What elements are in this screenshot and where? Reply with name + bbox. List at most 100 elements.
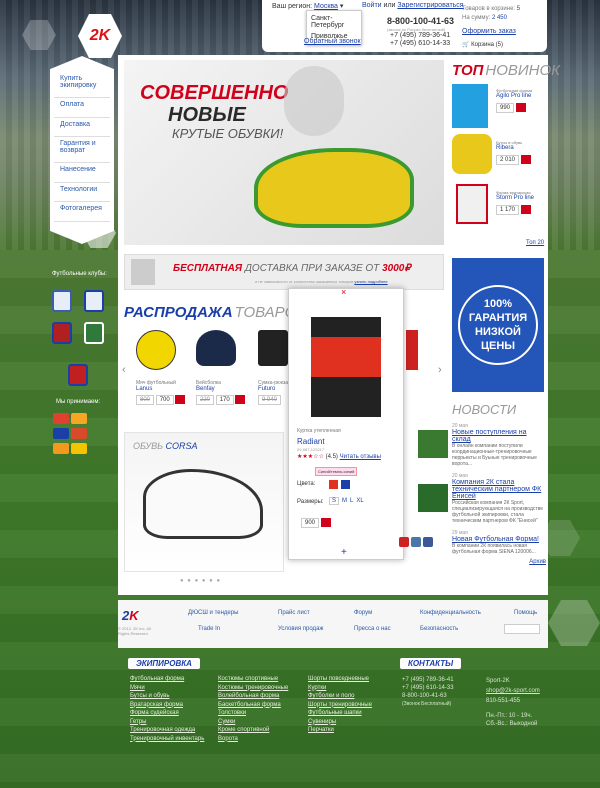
- size-option[interactable]: L: [350, 498, 353, 504]
- club-logo[interactable]: [84, 322, 104, 344]
- catalog-link[interactable]: Куртки: [308, 685, 392, 691]
- catalog-link[interactable]: Тренировочный инвентарь: [130, 736, 210, 742]
- plus-icon[interactable]: +: [341, 547, 347, 558]
- top-product[interactable]: Форма вратарская Storm Pro line 1 170: [496, 190, 546, 216]
- catalog-link[interactable]: Шорты тренировочные: [308, 702, 392, 708]
- size-option[interactable]: M: [342, 498, 347, 504]
- product-card[interactable]: Бейсболка Benfay 220 170: [196, 330, 248, 430]
- size-option[interactable]: S: [329, 497, 340, 505]
- region-select[interactable]: Москва: [314, 3, 338, 10]
- catalog-link[interactable]: Сувениры: [308, 719, 392, 725]
- footer-link[interactable]: Форум: [354, 610, 372, 616]
- skype-contact[interactable]: Sport-2K: [486, 676, 556, 686]
- register-link[interactable]: Зарегистрироваться: [397, 2, 463, 9]
- reviews-link[interactable]: Читать отзывы: [340, 454, 381, 460]
- youtube-icon[interactable]: [399, 537, 409, 547]
- color-swatch-red[interactable]: [329, 480, 338, 489]
- product-popup[interactable]: × Куртка утепленная Radiant 29-987-12321…: [288, 287, 404, 560]
- archive-link[interactable]: Архив: [452, 559, 546, 565]
- news-item[interactable]: 29 мая Новая Футбольная Форма! В компани…: [452, 530, 546, 555]
- nav-item[interactable]: Купить экипировку: [54, 72, 110, 98]
- catalog-link[interactable]: Баскетбольная форма: [218, 702, 302, 708]
- news-link[interactable]: Компания 2К стала техническим партнером …: [452, 479, 546, 500]
- nav-item[interactable]: Доставка: [54, 117, 110, 137]
- club-logo[interactable]: [68, 364, 88, 386]
- footer-link[interactable]: Безопасность: [420, 626, 458, 632]
- language-switcher[interactable]: [504, 624, 540, 634]
- catalog-link[interactable]: Костюмы тренировочные: [218, 685, 302, 691]
- catalog-link[interactable]: Тренировочная одежда: [130, 727, 210, 733]
- footer-link[interactable]: ДЮСШ и тендеры: [188, 610, 238, 616]
- catalog-link[interactable]: Толстовки: [218, 710, 302, 716]
- size-option[interactable]: XL: [356, 498, 363, 504]
- catalog-link[interactable]: Футболки и поло: [308, 693, 392, 699]
- slider-dots[interactable]: ● ● ● ● ● ●: [180, 578, 221, 584]
- catalog-link[interactable]: Футбольные шапки: [308, 710, 392, 716]
- region-option[interactable]: Санкт-Петербург: [311, 13, 357, 31]
- catalog-link[interactable]: Перчатки: [308, 727, 392, 733]
- top-product[interactable]: Футбольная форма Agilo Pro line 990: [496, 88, 546, 114]
- footer-link[interactable]: Пресса о нас: [354, 626, 391, 632]
- add-to-cart-button[interactable]: [175, 395, 186, 404]
- add-to-cart-button[interactable]: [235, 395, 246, 404]
- catalog-link[interactable]: Бутсы и обувь: [130, 693, 210, 699]
- shoes-block[interactable]: ОБУВЬ CORSA: [124, 432, 284, 572]
- news-link[interactable]: Новые поступления на склад: [452, 429, 546, 443]
- catalog-link[interactable]: Волейбольная форма: [218, 693, 302, 699]
- nav-item[interactable]: Технологии: [54, 182, 110, 202]
- arrow-right-icon[interactable]: ›: [438, 364, 442, 376]
- catalog-link[interactable]: Шорты повседневные: [308, 676, 392, 682]
- nav-item[interactable]: Оплата: [54, 98, 110, 118]
- add-to-cart-button[interactable]: [320, 518, 331, 527]
- add-to-cart-button[interactable]: [520, 155, 531, 164]
- top-product-image[interactable]: [452, 84, 488, 128]
- top-product-image[interactable]: [456, 184, 488, 224]
- delivery-link[interactable]: узнать подробнее: [354, 279, 387, 284]
- nav-item[interactable]: Гарантия и возврат: [54, 137, 110, 163]
- club-logo[interactable]: [52, 290, 72, 312]
- product-name[interactable]: Benfay: [196, 386, 248, 392]
- promo-banner[interactable]: СОВЕРШЕННО НОВЫЕ КРУТЫЕ ОБУВКИ!: [124, 60, 444, 245]
- footer-link[interactable]: Конфиденциальность: [420, 610, 481, 616]
- color-swatch-blue[interactable]: [341, 480, 350, 489]
- product-card[interactable]: Мяч футбольный Lanus 800 700: [136, 330, 188, 430]
- cart-button[interactable]: 🛒 Корзина (5): [462, 41, 503, 48]
- catalog-link[interactable]: Ворота: [218, 736, 302, 742]
- catalog-link[interactable]: Гетры: [130, 719, 210, 725]
- catalog-link[interactable]: Футбольная форма: [130, 676, 210, 682]
- news-link[interactable]: Новая Футбольная Форма!: [452, 536, 546, 543]
- checkout-link[interactable]: Оформить заказ: [462, 28, 516, 35]
- product-name[interactable]: Lanus: [136, 386, 188, 392]
- footer-link[interactable]: Помощь: [514, 610, 537, 616]
- close-icon[interactable]: ×: [341, 287, 346, 297]
- news-item[interactable]: 20 мая Компания 2К стала техническим пар…: [452, 473, 546, 524]
- catalog-link[interactable]: Костюмы спортивные: [218, 676, 302, 682]
- catalog-link[interactable]: Сумки: [218, 719, 302, 725]
- product-name[interactable]: Storm Pro line: [496, 195, 546, 201]
- club-logo[interactable]: [52, 322, 72, 344]
- email-contact[interactable]: shop@2k-sport.com: [486, 686, 556, 696]
- footer-link[interactable]: Прайс лист: [278, 610, 310, 616]
- login-link[interactable]: Войти: [362, 2, 382, 9]
- club-logo[interactable]: [84, 290, 104, 312]
- footer-link[interactable]: Условия продаж: [278, 626, 323, 632]
- nav-item[interactable]: Фотогалерея: [54, 202, 110, 222]
- news-item[interactable]: 20 мая Новые поступления на склад В онла…: [452, 423, 546, 467]
- add-to-cart-button[interactable]: [515, 103, 526, 112]
- footer-logo[interactable]: 2K: [122, 608, 139, 623]
- nav-item[interactable]: Нанесение: [54, 163, 110, 183]
- add-to-cart-button[interactable]: [520, 205, 531, 214]
- footer-link[interactable]: Trade In: [198, 626, 220, 632]
- callback-link[interactable]: Обратный звонок: [304, 38, 361, 45]
- catalog-link[interactable]: Кроме спортивной: [218, 727, 302, 733]
- arrow-left-icon[interactable]: ‹: [122, 364, 126, 376]
- vk-icon[interactable]: [411, 537, 421, 547]
- top20-link[interactable]: Топ 20: [526, 240, 544, 246]
- product-name[interactable]: Agilo Pro line: [496, 93, 546, 99]
- top-product[interactable]: Бутсы в обувь Ribera 2 010: [496, 140, 546, 166]
- facebook-icon[interactable]: [423, 537, 433, 547]
- top-product-image[interactable]: [452, 134, 492, 174]
- delivery-banner[interactable]: БЕСПЛАТНАЯ ДОСТАВКА ПРИ ЗАКАЗЕ ОТ 3000₽ …: [124, 254, 444, 290]
- product-name[interactable]: Ribera: [496, 145, 546, 151]
- catalog-link[interactable]: Вратарская форма: [130, 702, 210, 708]
